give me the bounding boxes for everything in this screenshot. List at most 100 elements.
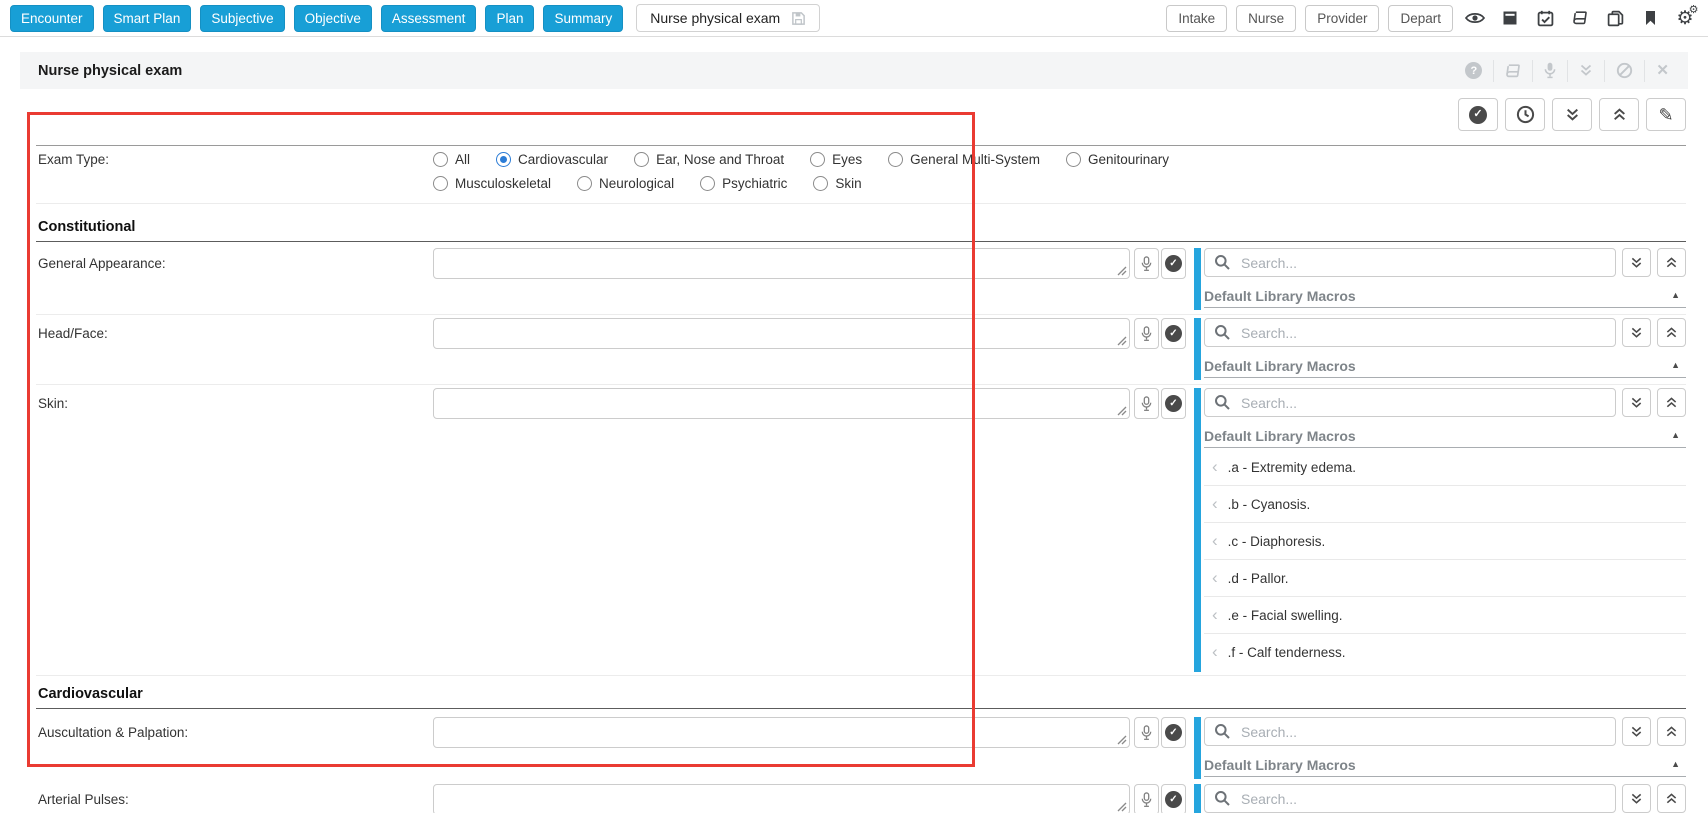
radio-skin[interactable]: Skin bbox=[813, 176, 861, 191]
panel-collapse-button[interactable] bbox=[1657, 717, 1686, 746]
confirm-button[interactable]: ✓ bbox=[1161, 784, 1186, 813]
macro-item[interactable]: ‹.d - Pallor. bbox=[1204, 560, 1686, 597]
exam-note-textarea[interactable] bbox=[433, 784, 1130, 813]
macro-library-header[interactable]: Default Library Macros ▲ bbox=[1204, 284, 1686, 308]
nav-button-objective[interactable]: Objective bbox=[294, 5, 372, 32]
macro-item[interactable]: ‹.e - Facial swelling. bbox=[1204, 597, 1686, 634]
collapse-triangle-icon[interactable]: ▲ bbox=[1671, 760, 1680, 769]
stage-button-nurse[interactable]: Nurse bbox=[1236, 5, 1296, 32]
dictate-button[interactable] bbox=[1134, 784, 1159, 813]
settings-button[interactable]: ⚙⚙ bbox=[1672, 5, 1698, 31]
header-expand-button[interactable] bbox=[1567, 60, 1604, 82]
radio-eyes[interactable]: Eyes bbox=[810, 152, 862, 167]
active-form-tab[interactable]: Nurse physical exam bbox=[636, 4, 820, 32]
macro-search-input[interactable] bbox=[1204, 784, 1616, 813]
header-disable-button[interactable] bbox=[1604, 60, 1644, 82]
microphone-icon bbox=[1141, 326, 1152, 342]
radio-label: Neurological bbox=[599, 176, 674, 191]
search-icon bbox=[1214, 324, 1231, 341]
collapse-triangle-icon[interactable]: ▲ bbox=[1671, 361, 1680, 370]
header-help-button[interactable]: ? bbox=[1454, 60, 1493, 82]
panel-collapse-button[interactable] bbox=[1657, 318, 1686, 347]
radio-musculoskeletal[interactable]: Musculoskeletal bbox=[433, 176, 551, 191]
macro-library-header[interactable]: Default Library Macros ▲ bbox=[1204, 354, 1686, 378]
macro-library-header[interactable]: Default Library Macros ▲ bbox=[1204, 424, 1686, 448]
nav-button-assessment[interactable]: Assessment bbox=[381, 5, 477, 32]
nav-button-encounter[interactable]: Encounter bbox=[10, 5, 94, 32]
radio-label: Cardiovascular bbox=[518, 152, 608, 167]
macro-item[interactable]: ‹.b - Cyanosis. bbox=[1204, 486, 1686, 523]
radio-genitourinary[interactable]: Genitourinary bbox=[1066, 152, 1169, 167]
macro-item[interactable]: ‹.f - Calf tenderness. bbox=[1204, 634, 1686, 671]
radio-general-multi-system[interactable]: General Multi-System bbox=[888, 152, 1040, 167]
macro-panel-accent-bar bbox=[1194, 388, 1201, 672]
exam-row-label: Arterial Pulses: bbox=[38, 792, 129, 807]
bookmark-button[interactable] bbox=[1637, 5, 1663, 31]
exam-note-textarea[interactable] bbox=[433, 717, 1130, 748]
radio-neurological[interactable]: Neurological bbox=[577, 176, 674, 191]
header-dictate-button[interactable] bbox=[1532, 60, 1567, 82]
nav-button-plan[interactable]: Plan bbox=[485, 5, 534, 32]
stage-button-depart[interactable]: Depart bbox=[1388, 5, 1453, 32]
panel-expand-button[interactable] bbox=[1622, 248, 1651, 277]
macro-search-input[interactable] bbox=[1204, 318, 1616, 347]
collapse-triangle-icon[interactable]: ▲ bbox=[1671, 431, 1680, 440]
panel-expand-button[interactable] bbox=[1622, 318, 1651, 347]
calendar-check-button[interactable] bbox=[1532, 5, 1558, 31]
macro-item[interactable]: ‹.c - Diaphoresis. bbox=[1204, 523, 1686, 560]
collapse-all-button[interactable] bbox=[1599, 98, 1639, 131]
book-button[interactable] bbox=[1567, 5, 1593, 31]
dictate-button[interactable] bbox=[1134, 318, 1159, 349]
check-circle-icon: ✓ bbox=[1469, 106, 1487, 124]
expand-all-button[interactable] bbox=[1552, 98, 1592, 131]
nav-button-smart-plan[interactable]: Smart Plan bbox=[103, 5, 192, 32]
panel-expand-button[interactable] bbox=[1622, 784, 1651, 813]
macro-library-header[interactable]: Default Library Macros ▲ bbox=[1204, 753, 1686, 777]
exam-row-label: Skin: bbox=[38, 396, 68, 411]
macro-item-label: .d - Pallor. bbox=[1228, 571, 1289, 586]
radio-all[interactable]: All bbox=[433, 152, 470, 167]
eye-button[interactable] bbox=[1462, 5, 1488, 31]
header-close-button[interactable]: ✕ bbox=[1644, 60, 1680, 82]
stage-button-intake[interactable]: Intake bbox=[1166, 5, 1227, 32]
edit-button[interactable]: ✎ bbox=[1646, 98, 1686, 131]
archive-button[interactable] bbox=[1497, 5, 1523, 31]
panel-collapse-button[interactable] bbox=[1657, 248, 1686, 277]
panel-expand-button[interactable] bbox=[1622, 388, 1651, 417]
radio-cardiovascular[interactable]: Cardiovascular bbox=[496, 152, 608, 167]
header-book-button[interactable] bbox=[1493, 60, 1532, 82]
macro-item[interactable]: ‹.a - Extremity edema. bbox=[1204, 449, 1686, 486]
nav-button-summary[interactable]: Summary bbox=[543, 5, 623, 32]
exam-note-textarea[interactable] bbox=[433, 318, 1130, 349]
collapse-triangle-icon[interactable]: ▲ bbox=[1671, 291, 1680, 300]
panel-collapse-button[interactable] bbox=[1657, 388, 1686, 417]
macro-chevron-icon: ‹ bbox=[1212, 458, 1218, 475]
panel-collapse-button[interactable] bbox=[1657, 784, 1686, 813]
confirm-button[interactable]: ✓ bbox=[1161, 318, 1186, 349]
complete-button[interactable]: ✓ bbox=[1458, 98, 1498, 131]
macro-chevron-icon: ‹ bbox=[1212, 643, 1218, 660]
nav-button-subjective[interactable]: Subjective bbox=[200, 5, 284, 32]
exam-type-radio-row-2: Musculoskeletal Neurological Psychiatric… bbox=[433, 176, 862, 191]
macro-search-input[interactable] bbox=[1204, 248, 1616, 277]
dictate-button[interactable] bbox=[1134, 717, 1159, 748]
macro-search-input[interactable] bbox=[1204, 388, 1616, 417]
confirm-button[interactable]: ✓ bbox=[1161, 248, 1186, 279]
panel-expand-button[interactable] bbox=[1622, 717, 1651, 746]
radio-ear-nose-throat[interactable]: Ear, Nose and Throat bbox=[634, 152, 784, 167]
copy-icon bbox=[1607, 10, 1624, 27]
dictate-button[interactable] bbox=[1134, 248, 1159, 279]
macro-search-input[interactable] bbox=[1204, 717, 1616, 746]
stage-button-provider[interactable]: Provider bbox=[1305, 5, 1379, 32]
section-header-constitutional: Constitutional bbox=[36, 219, 1686, 242]
macro-search bbox=[1204, 388, 1616, 417]
copy-button[interactable] bbox=[1602, 5, 1628, 31]
dictate-button[interactable] bbox=[1134, 388, 1159, 419]
radio-psychiatric[interactable]: Psychiatric bbox=[700, 176, 787, 191]
confirm-button[interactable]: ✓ bbox=[1161, 388, 1186, 419]
history-button[interactable] bbox=[1505, 98, 1545, 131]
exam-note-textarea[interactable] bbox=[433, 248, 1130, 279]
confirm-button[interactable]: ✓ bbox=[1161, 717, 1186, 748]
exam-note-textarea[interactable] bbox=[433, 388, 1130, 419]
double-chevron-down-icon bbox=[1630, 793, 1643, 805]
